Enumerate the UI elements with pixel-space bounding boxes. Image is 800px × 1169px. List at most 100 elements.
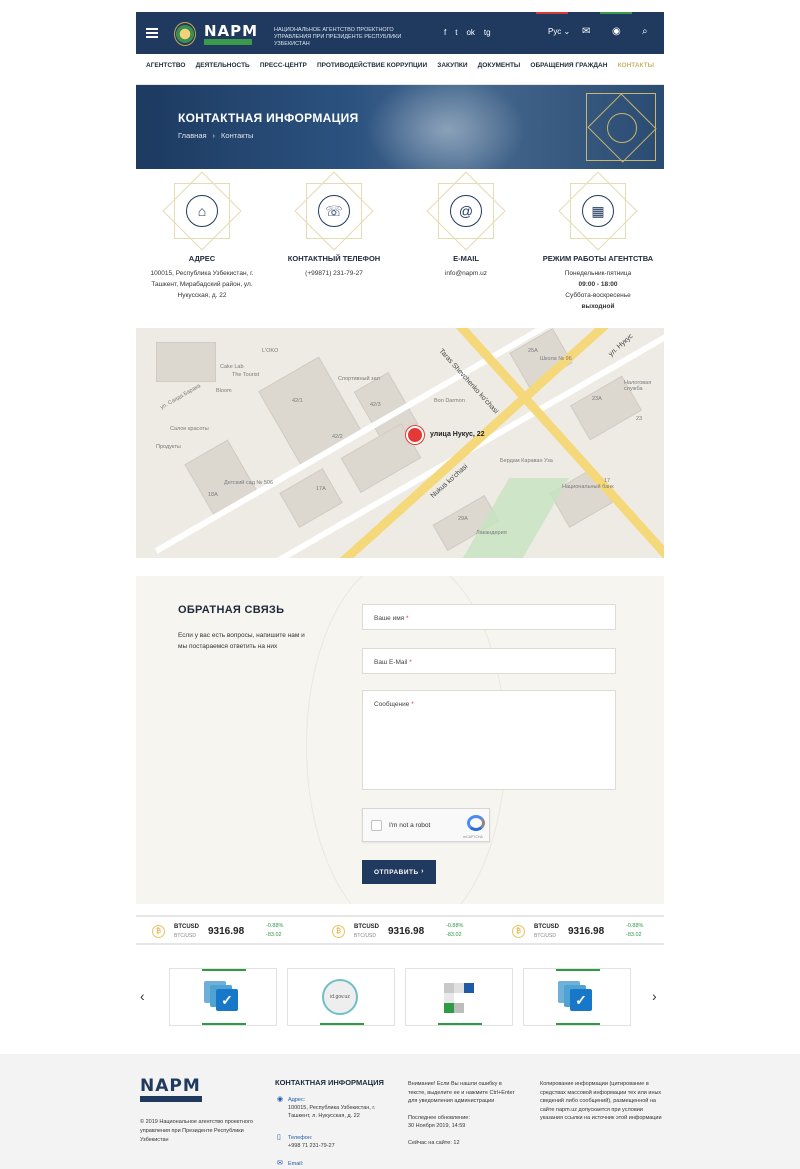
nav-item-contacts[interactable]: Контакты <box>618 62 654 78</box>
map-label: Продукты <box>156 444 181 450</box>
napm-logo[interactable]: NAPM <box>204 22 258 40</box>
captcha-label: I'm not a robot <box>389 822 431 829</box>
email-icon: @ <box>450 195 482 227</box>
name-placeholder: Ваше имя * <box>374 615 409 622</box>
map-number: 42/1 <box>292 398 303 404</box>
id-gov-logo: id.gov.uz <box>322 979 358 1015</box>
footer-phone-value[interactable]: +998 71 231-79-27 <box>288 1142 398 1150</box>
bitcoin-icon: ₿ <box>332 925 345 938</box>
main-nav: Агентство Деятельность Пресс-центр Проти… <box>136 62 664 78</box>
recaptcha-widget: I'm not a robot reCAPTCHA <box>362 808 490 842</box>
partner-logo[interactable] <box>405 968 513 1026</box>
map-number: 23 <box>636 416 643 422</box>
ticker-change-percent: -0.88% <box>446 923 464 929</box>
bitcoin-icon: ₿ <box>152 925 165 938</box>
search-icon[interactable]: ⌕ <box>642 26 648 37</box>
contact-email: @ E-mail info@napm.uz <box>400 171 532 279</box>
home-icon: ⌂ <box>186 195 218 227</box>
partner-accent-bar <box>202 969 246 971</box>
footer-logo[interactable]: NAPM <box>140 1076 201 1096</box>
social-links: f t ok tg <box>444 28 491 37</box>
ticker-change-abs: -83.02 <box>626 932 642 938</box>
submit-label: ОТПРАВИТЬ <box>374 868 419 876</box>
partner-logo[interactable]: ✓ <box>169 968 277 1026</box>
email-badge: @ <box>426 171 506 251</box>
ticker-change-abs: -83.02 <box>446 932 462 938</box>
calendar-icon: ▦ <box>582 195 614 227</box>
map-building <box>156 342 216 382</box>
recaptcha-icon <box>467 815 485 831</box>
map-label: Салон красоты <box>170 426 209 432</box>
map-label: The Tourist <box>232 372 260 378</box>
phone-icon: ▯ <box>277 1134 281 1141</box>
ticker-symbol: BTCUSD <box>534 924 559 930</box>
partner-logo[interactable]: ✓ <box>523 968 631 1026</box>
map-building <box>184 439 258 517</box>
partner-logo[interactable]: id.gov.uz <box>287 968 395 1026</box>
online-count: Сейчас на сайте: 12 <box>408 1139 460 1146</box>
weekday-label: Понедельник-пятница <box>564 270 632 277</box>
contact-title: Режим работы агентства <box>542 254 654 263</box>
map-number: 18A <box>208 492 218 498</box>
twitter-icon[interactable]: t <box>455 28 457 37</box>
site-header: NAPM Национальное агентство проектного у… <box>136 14 664 54</box>
partner-accent-bar <box>320 1023 364 1025</box>
phone-badge: ☏ <box>294 171 374 251</box>
footer-phone-label: Телефон: <box>288 1135 313 1141</box>
location-pin-icon[interactable] <box>406 426 424 444</box>
language-selector[interactable]: Рус ⌄ <box>548 27 570 36</box>
submit-button[interactable]: ОТПРАВИТЬ › <box>362 860 436 884</box>
footer-address-label: Адрес: <box>288 1097 306 1103</box>
message-field[interactable]: Сообщение * <box>362 690 616 790</box>
breadcrumb-current: Контакты <box>221 131 254 140</box>
last-update-value: 30 Ноября 2019, 14:59 <box>408 1123 466 1129</box>
footer-address-value: 100015, Республика Узбекистан, г. Ташкен… <box>288 1105 376 1119</box>
nav-item-appeals[interactable]: Обращения граждан <box>530 62 607 78</box>
captcha-checkbox[interactable] <box>371 820 382 831</box>
ticker-symbol: BTCUSD <box>174 924 199 930</box>
ticker-item: ₿ BTCUSD BTC/USD 9316.98 -0.88% -83.02 <box>332 922 482 942</box>
checkmark-logo-icon: ✓ <box>558 981 592 1011</box>
contact-value: 100015, Республика Узбекистан, г. Ташкен… <box>150 270 254 299</box>
ticker-symbol: BTCUSD <box>354 924 379 930</box>
mail-icon[interactable]: ✉ <box>582 26 590 37</box>
footer-copyright: © 2019 Национальное агентство проектного… <box>140 1119 253 1143</box>
contact-value: Понедельник-пятница 09:00 - 18:00 Суббот… <box>532 268 664 312</box>
agency-title: Национальное агентство проектного управл… <box>274 27 402 47</box>
feedback-section: ОБРАТНАЯ СВЯЗЬ Если у вас есть вопросы, … <box>136 576 664 904</box>
name-field[interactable]: Ваше имя * <box>362 604 616 630</box>
contact-phone: ☏ Контактный телефон (+99871) 231-79-27 <box>268 171 400 279</box>
contact-value[interactable]: (+99871) 231-79-27 <box>268 268 400 279</box>
map-number: 17A <box>316 486 326 492</box>
message-placeholder: Сообщение * <box>374 701 414 708</box>
nav-item-anticorruption[interactable]: Противодействие коррупции <box>317 62 427 78</box>
map-label: Cake Lab <box>220 364 244 370</box>
contact-title: Адрес <box>188 254 216 263</box>
nav-item-activity[interactable]: Деятельность <box>196 62 250 78</box>
telegram-icon[interactable]: tg <box>484 28 491 37</box>
carousel-next-icon[interactable]: › <box>652 988 657 1004</box>
error-notice-text: Внимание! Если Вы нашли ошибку в тексте,… <box>408 1081 515 1104</box>
eye-icon[interactable]: ◉ <box>612 26 621 37</box>
menu-icon[interactable] <box>146 28 158 38</box>
footer-error-notice: Внимание! Если Вы нашли ошибку в тексте,… <box>408 1080 520 1147</box>
contact-title: Контактный телефон <box>287 254 381 263</box>
nav-item-agency[interactable]: Агентство <box>146 62 185 78</box>
contact-address: ⌂ Адрес 100015, Республика Узбекистан, г… <box>136 171 268 301</box>
nav-item-documents[interactable]: Документы <box>478 62 521 78</box>
nav-item-procurement[interactable]: Закупки <box>437 62 467 78</box>
map-label: Bloom <box>216 388 232 394</box>
logo-underline <box>204 39 252 45</box>
facebook-icon[interactable]: f <box>444 28 446 37</box>
email-field[interactable]: Ваш E-Mail * <box>362 648 616 674</box>
location-map[interactable]: Cake Lab L'OKO Спортивный зал ул. Саида … <box>136 328 664 558</box>
ticker-change-percent: -0.88% <box>626 923 644 929</box>
breadcrumb-home[interactable]: Главная <box>178 131 207 140</box>
carousel-prev-icon[interactable]: ‹ <box>140 988 145 1004</box>
nav-item-press-center[interactable]: Пресс-центр <box>260 62 307 78</box>
ticker-change-abs: -83.02 <box>266 932 282 938</box>
contact-value[interactable]: info@napm.uz <box>400 268 532 279</box>
odnoklassniki-icon[interactable]: ok <box>466 28 474 37</box>
ticker-item: ₿ BTCUSD BTC/USD 9316.98 -0.88% -83.02 <box>152 922 302 942</box>
feedback-title: ОБРАТНАЯ СВЯЗЬ <box>178 604 285 616</box>
